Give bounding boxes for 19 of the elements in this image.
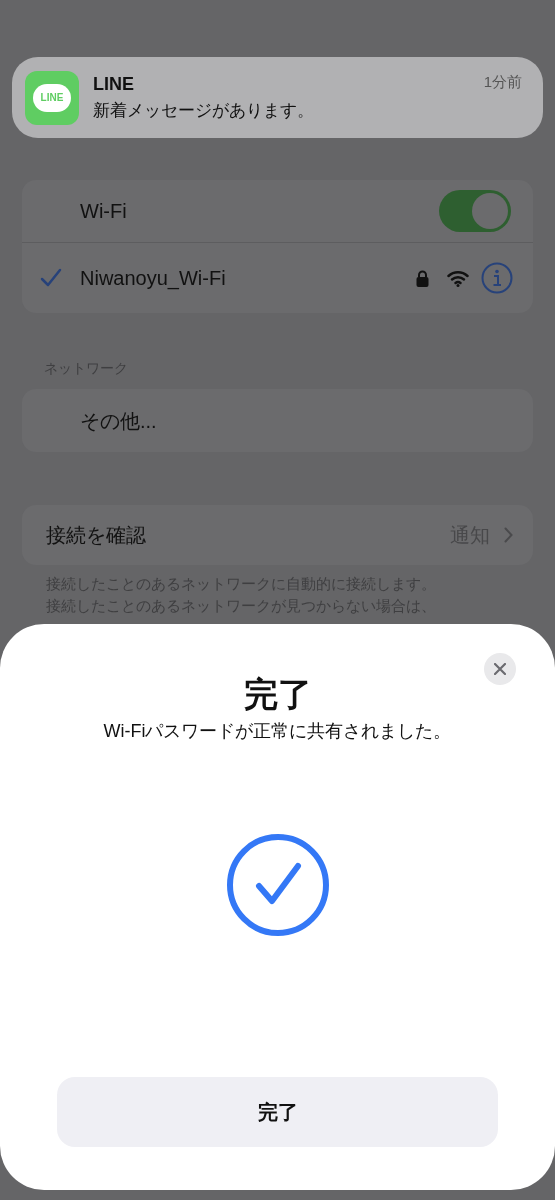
logo-text: LINE	[40, 91, 64, 105]
wifi-icon	[447, 269, 469, 287]
ask-to-join-label: 接続を確認	[46, 523, 146, 548]
notification-time: 1分前	[483, 72, 523, 93]
done-button[interactable]: 完了	[57, 1077, 498, 1147]
check-circle-icon	[225, 833, 330, 937]
app-name: LINE	[93, 73, 134, 97]
info-icon[interactable]	[481, 262, 513, 294]
wifi-label: Wi-Fi	[80, 199, 127, 224]
sheet-subtitle: Wi-Fiパスワードが正常に共有されました。	[103, 720, 452, 743]
network-name[interactable]: Niwanoyu_Wi-Fi	[80, 263, 416, 293]
wifi-toggle[interactable]	[439, 190, 511, 232]
notification-message: 新着メッセージがあります。	[93, 100, 315, 123]
chevron-right-icon	[504, 527, 513, 543]
notification-banner[interactable]: LINE LINE 1分前 新着メッセージがあります。	[12, 57, 543, 138]
sheet-title: 完了	[243, 674, 312, 715]
close-icon	[494, 663, 506, 675]
network-item[interactable]: その他...	[80, 405, 157, 436]
close-button[interactable]	[484, 653, 516, 685]
